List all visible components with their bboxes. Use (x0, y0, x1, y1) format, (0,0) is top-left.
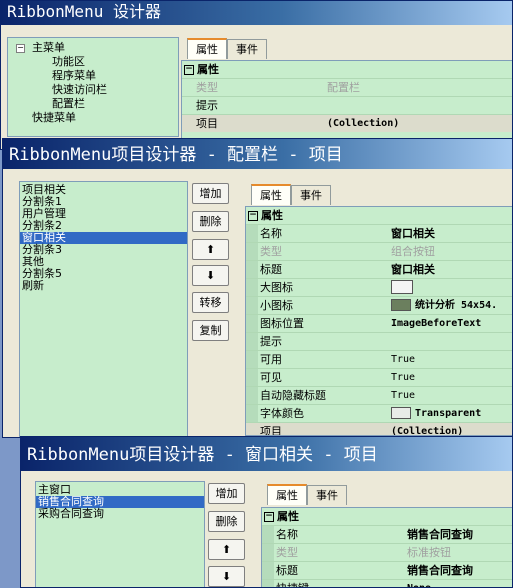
prop-row-auto-hide-caption[interactable]: 自动隐藏标题 True (246, 386, 512, 404)
prop-row-large-icon[interactable]: 大图标 (246, 278, 512, 296)
tree-node-quick-access[interactable]: 快速访问栏 (8, 83, 178, 97)
window-related-items-title: RibbonMenu项目设计器 - 窗口相关 - 项目 (21, 437, 512, 471)
list-item[interactable]: 分割条5 (20, 268, 187, 280)
prop-row-type[interactable]: 类型 组合按钮 (246, 242, 512, 260)
transfer-button[interactable]: 转移 (192, 292, 229, 313)
list-item[interactable]: 分割条3 (20, 244, 187, 256)
property-grid[interactable]: −属性 名称销售合同查询 类型标准按钮 标题销售合同查询 快捷键None (261, 507, 512, 587)
items-list[interactable]: 主窗口 销售合同查询 采购合同查询 (35, 481, 205, 587)
config-bar-items-window: RibbonMenu项目设计器 - 配置栏 - 项目 项目相关 分割条1 用户管… (2, 138, 513, 438)
arrow-down-icon: ⬇ (205, 269, 216, 282)
category-header[interactable]: − 属性 (182, 61, 512, 78)
prop-row-name[interactable]: 名称 窗口相关 (246, 224, 512, 242)
small-icon-preview-icon (391, 299, 411, 311)
prop-row-type[interactable]: 类型 标准按钮 (262, 543, 512, 561)
delete-button[interactable]: 删除 (192, 211, 229, 232)
config-bar-items-title: RibbonMenu项目设计器 - 配置栏 - 项目 (3, 139, 512, 169)
tree-node-config-bar[interactable]: 配置栏 (8, 97, 178, 111)
menu-tree[interactable]: − 主菜单 功能区 程序菜单 快速访问栏 配置栏 快捷菜单 (7, 37, 179, 137)
list-item[interactable]: 刷新 (20, 280, 187, 292)
prop-row-items[interactable]: 项目 (Collection) (182, 114, 512, 132)
property-grid[interactable]: − 属性 类型 配置栏 提示 项目 (Collection) (181, 60, 512, 140)
tab-properties[interactable]: 属性 (251, 184, 291, 205)
add-button[interactable]: 增加 (208, 483, 245, 504)
prop-row-enabled[interactable]: 可用 True (246, 350, 512, 368)
designer-window: RibbonMenu 设计器 − 主菜单 功能区 程序菜单 快速访问栏 配置栏 … (0, 0, 513, 150)
tree-node-shortcut-menu[interactable]: 快捷菜单 (8, 111, 178, 125)
window-related-items-window: RibbonMenu项目设计器 - 窗口相关 - 项目 主窗口 销售合同查询 采… (20, 436, 513, 588)
arrow-up-icon: ⬆ (205, 243, 216, 256)
move-down-button[interactable]: ⬇ (192, 265, 229, 286)
tab-properties[interactable]: 属性 (267, 484, 307, 505)
prop-row-visible[interactable]: 可见 True (246, 368, 512, 386)
move-up-button[interactable]: ⬆ (192, 239, 229, 260)
prop-row-icon-position[interactable]: 图标位置 ImageBeforeText (246, 314, 512, 332)
arrow-down-icon: ⬇ (221, 570, 232, 583)
prop-row-small-icon[interactable]: 小图标 统计分析 54x54. (246, 296, 512, 314)
category-header[interactable]: − 属性 (262, 508, 512, 525)
prop-row-caption[interactable]: 标题 窗口相关 (246, 260, 512, 278)
property-grid[interactable]: − 属性 名称 窗口相关 类型 组合按钮 标题 窗口相关 大图标 小图标 统计分析 54x… (245, 206, 512, 436)
tab-events[interactable]: 事件 (307, 485, 347, 505)
copy-button[interactable]: 复制 (192, 320, 229, 341)
prop-row-caption[interactable]: 标题 销售合同查询 (262, 561, 512, 579)
large-icon-preview-icon (391, 280, 413, 294)
prop-row-shortcut[interactable]: 快捷键None (262, 579, 512, 587)
arrow-up-icon: ⬆ (221, 543, 232, 556)
list-item[interactable]: 采购合同查询 (36, 508, 204, 520)
collapse-icon[interactable]: − (248, 211, 258, 221)
items-list[interactable]: 项目相关 分割条1 用户管理 分割条2 窗口相关 分割条3 其他 分割条5 刷新 (19, 181, 188, 437)
move-up-button[interactable]: ⬆ (208, 539, 245, 560)
tree-node-main-menu[interactable]: − 主菜单 (8, 41, 178, 55)
tree-node-ribbon[interactable]: 功能区 (8, 55, 178, 69)
tab-properties[interactable]: 属性 (187, 38, 227, 59)
category-header[interactable]: − 属性 (246, 207, 512, 224)
prop-row-font-color[interactable]: 字体颜色 Transparent (246, 404, 512, 422)
color-swatch-icon (391, 407, 411, 419)
tab-events[interactable]: 事件 (227, 39, 267, 59)
prop-row-tooltip[interactable]: 提示 (182, 96, 512, 114)
collapse-icon[interactable]: − (16, 44, 25, 53)
prop-row-type[interactable]: 类型 配置栏 (182, 78, 512, 96)
collapse-icon[interactable]: − (184, 65, 194, 75)
designer-window-title: RibbonMenu 设计器 (1, 1, 512, 25)
prop-row-tooltip[interactable]: 提示 (246, 332, 512, 350)
tree-node-app-menu[interactable]: 程序菜单 (8, 69, 178, 83)
tab-events[interactable]: 事件 (291, 185, 331, 205)
move-down-button[interactable]: ⬇ (208, 566, 245, 587)
add-button[interactable]: 增加 (192, 183, 229, 204)
prop-row-items[interactable]: 项目 (Collection) (246, 422, 512, 435)
collapse-icon[interactable]: − (264, 512, 274, 522)
prop-row-name[interactable]: 名称 销售合同查询 (262, 525, 512, 543)
delete-button[interactable]: 删除 (208, 511, 245, 532)
